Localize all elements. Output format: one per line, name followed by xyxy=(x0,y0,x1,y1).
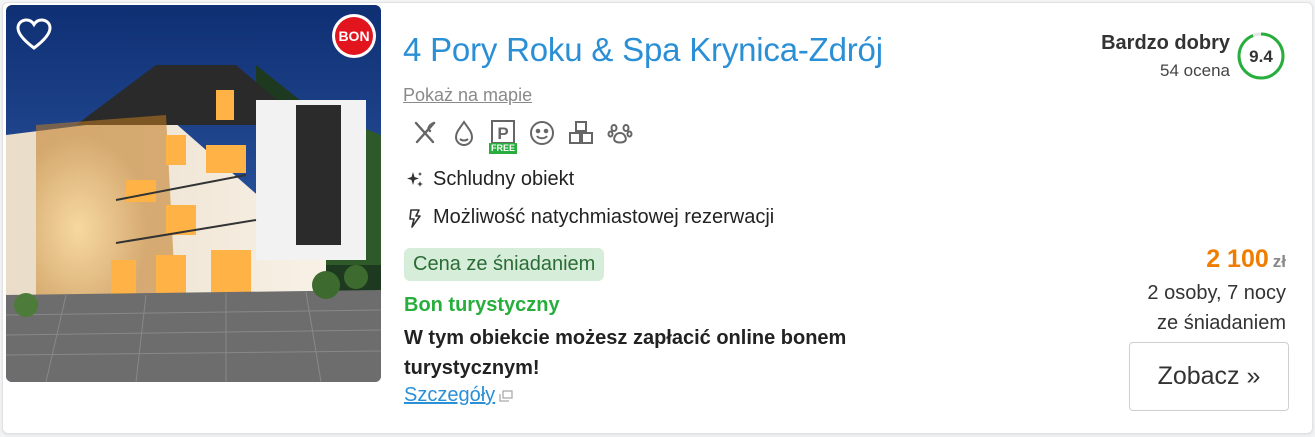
price-amount: 2 100 xyxy=(1206,245,1269,273)
restaurant-icon xyxy=(411,119,439,149)
favorite-heart-icon[interactable] xyxy=(14,15,54,55)
spa-icon xyxy=(450,119,478,149)
breakfast-pill: Cena ze śniadaniem xyxy=(404,248,605,281)
bon-badge: BON xyxy=(332,14,376,58)
external-window-icon xyxy=(499,389,513,402)
see-offer-button[interactable]: Zobacz » xyxy=(1129,342,1289,411)
listing-card: BON 4 Pory Roku & Spa Krynica-Zdrój Poka… xyxy=(2,2,1313,434)
price-currency: zł xyxy=(1272,252,1286,271)
amenity-icons: P FREE xyxy=(411,119,634,154)
playroom-icon xyxy=(567,119,595,149)
show-on-map-link[interactable]: Pokaż na mapie xyxy=(403,85,532,106)
sparkle-icon xyxy=(407,171,423,187)
pets-icon xyxy=(606,119,634,149)
voucher-heading: Bon turystyczny xyxy=(404,294,560,316)
hotel-photo[interactable]: BON xyxy=(6,5,381,382)
rating-label: Bardzo dobry xyxy=(1101,32,1230,54)
bon-badge-label: BON xyxy=(335,17,373,55)
price-info: 2 osoby, 7 nocy ze śniadaniem xyxy=(1147,278,1286,338)
voucher-details-label[interactable]: Szczegóły xyxy=(404,384,495,407)
voucher-text: W tym obiekcie możesz zapłacić online bo… xyxy=(404,327,847,379)
rating-count: 54 ocena xyxy=(1160,61,1230,80)
rating-score-badge: 9.4 xyxy=(1236,31,1286,81)
price-board: ze śniadaniem xyxy=(1157,312,1286,334)
price: 2 100 zł xyxy=(1206,245,1286,274)
parking-icon: P FREE xyxy=(489,119,518,154)
rating-score-value: 9.4 xyxy=(1249,47,1273,66)
feature-clean-label: Schludny obiekt xyxy=(433,168,575,190)
price-guests-nights: 2 osoby, 7 nocy xyxy=(1147,282,1286,304)
feature-clean: Schludny obiekt xyxy=(405,168,574,191)
lightning-icon xyxy=(409,208,421,228)
voucher-details-link[interactable]: Szczegóły xyxy=(404,384,513,407)
kids-icon xyxy=(528,119,556,149)
feature-instant-booking-label: Możliwość natychmiastowej rezerwacji xyxy=(433,206,775,228)
feature-instant-booking: Możliwość natychmiastowej rezerwacji xyxy=(405,206,774,229)
svg-text:P: P xyxy=(497,124,508,143)
hotel-title-link[interactable]: 4 Pory Roku & Spa Krynica-Zdrój xyxy=(403,31,883,69)
free-parking-badge: FREE xyxy=(489,143,518,154)
hotel-photo-image xyxy=(6,5,381,382)
